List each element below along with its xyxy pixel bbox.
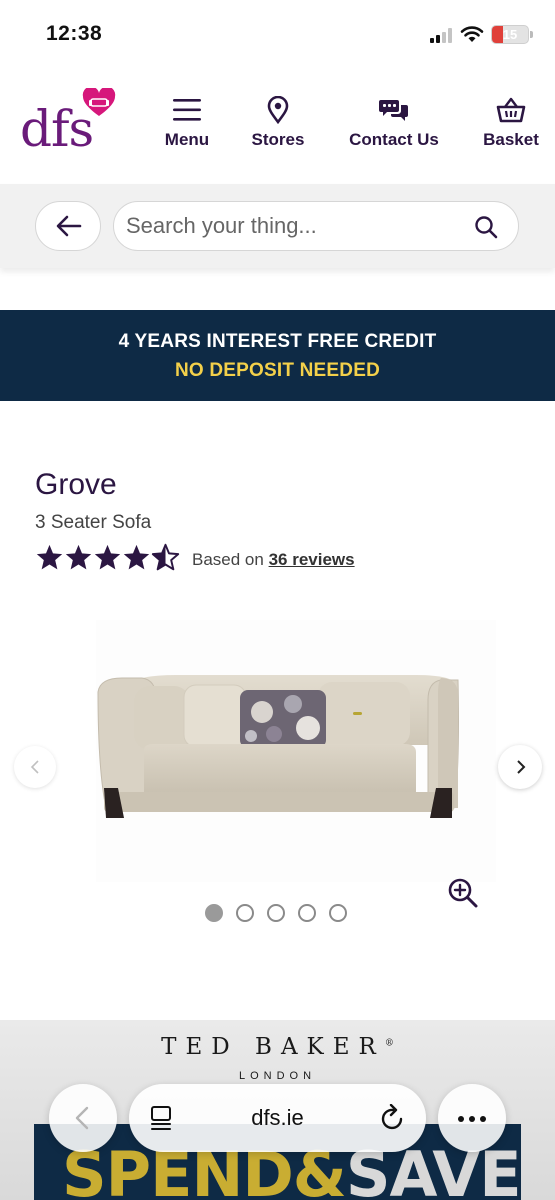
promo-line-2: NO DEPOSIT NEEDED bbox=[174, 360, 381, 381]
more-dot bbox=[480, 1116, 486, 1122]
nav-basket[interactable]: Basket bbox=[478, 96, 544, 150]
ted-baker-logo: TED BAKER® bbox=[161, 1034, 394, 1060]
battery-level: 15 bbox=[502, 27, 518, 42]
carousel-dots bbox=[205, 904, 360, 922]
heart-sofa-icon bbox=[82, 88, 116, 116]
nav-contact-us[interactable]: Contact Us bbox=[340, 96, 448, 150]
search-bar-section bbox=[0, 184, 555, 268]
browser-address-bar[interactable]: dfs.ie bbox=[129, 1084, 426, 1152]
location-pin-icon bbox=[267, 96, 289, 124]
product-subtitle: 3 Seater Sofa bbox=[35, 512, 152, 533]
nav-stores-label: Stores bbox=[251, 130, 305, 149]
star-full-icon bbox=[123, 544, 150, 570]
battery-icon: 15 bbox=[491, 25, 529, 44]
reviews-summary: Based on 36 reviews bbox=[192, 550, 355, 570]
chat-bubbles-icon bbox=[379, 100, 408, 121]
status-time: 12:38 bbox=[46, 22, 103, 45]
battery-tip bbox=[530, 31, 533, 38]
star-full-icon bbox=[36, 544, 63, 570]
wifi-icon bbox=[460, 26, 484, 42]
search-icon[interactable] bbox=[474, 215, 498, 239]
nav-basket-label: Basket bbox=[483, 130, 539, 149]
back-button[interactable] bbox=[35, 201, 101, 251]
dfs-logo[interactable]: dfs bbox=[20, 86, 120, 162]
carousel-dot[interactable] bbox=[267, 904, 285, 922]
more-dot bbox=[469, 1116, 475, 1122]
star-full-icon bbox=[65, 544, 92, 570]
product-title: Grove bbox=[35, 468, 117, 501]
status-bar: 12:38 15 bbox=[0, 0, 555, 70]
reviews-link[interactable]: 36 reviews bbox=[269, 550, 355, 569]
carousel-dot[interactable] bbox=[205, 904, 223, 922]
menu-icon bbox=[173, 99, 201, 121]
browser-back-button[interactable] bbox=[49, 1084, 117, 1152]
chevron-left-icon bbox=[75, 1106, 89, 1130]
cellular-signal-icon bbox=[430, 28, 454, 43]
nav-menu-label: Menu bbox=[164, 130, 210, 149]
nav-stores[interactable]: Stores bbox=[246, 96, 310, 150]
promo-line-1: 4 YEARS INTEREST FREE CREDIT bbox=[118, 331, 437, 352]
nav-menu[interactable]: Menu bbox=[160, 96, 214, 150]
carousel-dot[interactable] bbox=[236, 904, 254, 922]
site-header: dfs Menu Stores Contact Us Basket bbox=[0, 70, 555, 184]
reload-icon[interactable] bbox=[380, 1104, 406, 1132]
ted-baker-sub: LONDON bbox=[238, 1070, 317, 1082]
carousel-prev-button[interactable] bbox=[14, 746, 56, 788]
more-dot bbox=[458, 1116, 464, 1122]
search-input[interactable] bbox=[126, 208, 466, 244]
chevron-left-icon bbox=[30, 760, 39, 774]
browser-more-button[interactable] bbox=[438, 1084, 506, 1152]
carousel-dot[interactable] bbox=[298, 904, 316, 922]
nav-contact-label: Contact Us bbox=[349, 130, 439, 149]
arrow-left-icon bbox=[56, 215, 82, 237]
zoom-in-icon[interactable] bbox=[447, 877, 479, 909]
chevron-right-icon bbox=[517, 760, 526, 774]
carousel-dot[interactable] bbox=[329, 904, 347, 922]
star-rating[interactable] bbox=[35, 543, 180, 573]
carousel-next-button[interactable] bbox=[498, 745, 542, 789]
search-box[interactable] bbox=[113, 201, 519, 251]
reviews-prefix: Based on bbox=[192, 550, 264, 569]
star-full-icon bbox=[94, 544, 121, 570]
product-image[interactable] bbox=[96, 620, 496, 882]
star-half-icon bbox=[151, 543, 180, 571]
sofa-image bbox=[97, 675, 459, 818]
finance-promo-banner[interactable]: 4 YEARS INTEREST FREE CREDIT NO DEPOSIT … bbox=[0, 310, 555, 401]
basket-icon bbox=[496, 97, 526, 123]
